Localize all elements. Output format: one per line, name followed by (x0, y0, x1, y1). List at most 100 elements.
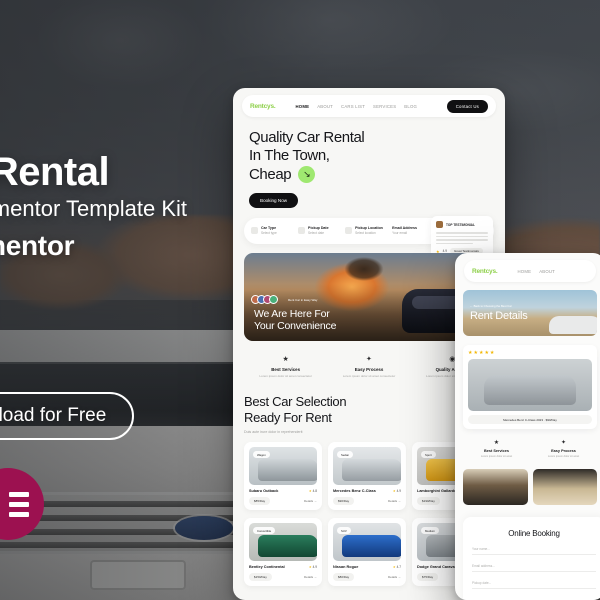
hero-title-line3: Cheap (249, 165, 292, 183)
banner-title-line1: We Are Here For (254, 307, 330, 320)
email-field[interactable]: Email address... (472, 564, 596, 573)
avatar (269, 294, 278, 304)
car-photo: Sedan (333, 447, 401, 486)
details-navbar: Rentcys. HOME ABOUT (464, 260, 596, 282)
mockup-navbar: Rentcys. HOME ABOUT CARS LIST SERVICES B… (242, 95, 496, 117)
car-rating: ★ 4.9 (392, 489, 401, 494)
hero-title-line1: Quality Car Rental (249, 129, 365, 146)
field-value: Select type (261, 231, 277, 236)
nav-links: HOME ABOUT CARS LIST SERVICES BLOG (296, 104, 439, 109)
feature-best-services: ★ Best Services Lorem ipsum dolor sit am… (463, 439, 530, 459)
car-details-link[interactable]: Details → (304, 499, 317, 503)
interior-dashboard-photo[interactable] (463, 469, 528, 506)
car-price: $190/Day (417, 497, 440, 506)
interior-seat-photo[interactable] (532, 469, 597, 506)
car-card[interactable]: Sedan Mercedes Benz C-Class ★ 4.9 $90/Da… (328, 442, 406, 511)
field-label: Email Address (392, 226, 417, 231)
feature-easy-process: ✦ Easy Process Lorem ipsum dolor sit ame… (327, 355, 410, 379)
featured-car-card[interactable]: ★★★★★ Mercedes Benz C-Class 2023 · $90/D… (463, 345, 597, 429)
field-label: Pickup Location (355, 226, 383, 231)
contact-us-button[interactable]: Contact Us (446, 99, 488, 113)
nav-link-home[interactable]: HOME (296, 104, 310, 109)
car-tag: Wagon (253, 451, 270, 459)
date-field[interactable]: Pickup date... (472, 581, 596, 590)
car-rating: ★ 4.7 (392, 565, 401, 570)
site-logo-text: Rentcys (250, 102, 274, 110)
nav-link-about[interactable]: ABOUT (317, 104, 333, 109)
site-logo[interactable]: Rentcys. (472, 268, 498, 275)
car-card[interactable]: Convertible Bentley Continental ★ 4.9 $1… (244, 518, 322, 587)
user-avatar-icon (436, 221, 443, 228)
car-photo: Convertible (249, 523, 317, 562)
car-name: Nissan Rogue (333, 565, 359, 570)
field-value: Your email (392, 231, 408, 236)
search-field-car-type[interactable]: Car Type Select type (251, 226, 293, 235)
feature-desc: Lorem ipsum dolor sit amet (480, 455, 513, 458)
name-field[interactable]: Your name... (472, 547, 596, 556)
search-field-pickup-location[interactable]: Pickup Location Select location (345, 226, 387, 235)
field-label: Car Type (261, 226, 277, 231)
car-tag: Sport (421, 451, 436, 459)
car-details-link[interactable]: Details → (304, 575, 317, 579)
promo-headline: Car Rental (0, 150, 110, 194)
car-body (484, 375, 576, 405)
logo-accent-dot: . (273, 102, 276, 110)
feature-desc: Lorem ipsum dolor sit amet consectetur (259, 373, 312, 378)
details-hero-title: Rent Details (470, 310, 528, 322)
car-tag: Medium (421, 527, 439, 535)
cars-title-line1: Best Car Selection (244, 394, 347, 410)
nav-link-blog[interactable]: BLOG (404, 104, 417, 109)
booking-now-button[interactable]: Booking Now (249, 192, 299, 208)
thumbs-up-icon: ★ (282, 355, 289, 363)
banner-eyebrow: Rent Car in Easy Way (288, 297, 318, 302)
field-value: Select location (355, 231, 376, 236)
car-name: Subaru Outback (249, 489, 279, 494)
nav-link-cars[interactable]: CARS LIST (341, 104, 365, 109)
banner-stage: Car Rental Elementor Template Kit Elemen… (0, 0, 600, 600)
cars-title-line2: Ready For Rent (244, 410, 332, 426)
car-tag: Sedan (337, 451, 354, 459)
nav-link-about[interactable]: ABOUT (539, 269, 555, 274)
refresh-icon: ✦ (366, 355, 372, 363)
search-field-email[interactable]: Email Address Your email (392, 226, 434, 235)
field-label: Pickup Date (308, 226, 329, 231)
car-name: Lamborghini Gallardo (417, 489, 457, 494)
car-details-link[interactable]: Details → (388, 499, 401, 503)
feature-easy-process: ✦ Easy Process Lorem ipsum dolor sit ame… (530, 439, 597, 459)
site-logo-text: Rentcys (472, 267, 496, 275)
car-card[interactable]: SUV Nissan Rogue ★ 4.7 $80/Day Details → (328, 518, 406, 587)
car-details-link[interactable]: Details → (388, 575, 401, 579)
hero-title-line2: In The Town, (249, 147, 330, 165)
search-field-pickup-date[interactable]: Pickup Date Select date (298, 226, 340, 235)
feature-desc: Lorem ipsum dolor sit amet consectetur (342, 373, 396, 378)
testimonial-text-line (436, 239, 488, 241)
hero-section: Quality Car Rental In The Town, Cheap ↘ … (233, 117, 505, 208)
rent-details-mockup[interactable]: Rentcys. HOME ABOUT ← Back to Choosing t… (455, 253, 600, 600)
car-icon (251, 227, 258, 235)
car-price: $75/Day (417, 573, 439, 582)
download-for-free-button[interactable]: Download for Free (0, 392, 135, 440)
car-card[interactable]: Wagon Subaru Outback ★ 4.8 $85/Day Detai… (244, 442, 322, 511)
car-tag: Convertible (253, 527, 276, 535)
car-rating: ★ 4.8 (308, 489, 317, 494)
arrow-down-right-icon[interactable]: ↘ (298, 166, 316, 184)
refresh-icon: ✦ (560, 440, 567, 446)
car-name: Bentley Continental (249, 565, 285, 570)
rating-stars: ★★★★★ (468, 350, 496, 356)
feature-title: Best Services (271, 366, 301, 372)
feature-title: Easy Process (551, 449, 576, 453)
feature-title: Best Services (484, 449, 509, 453)
nav-link-home[interactable]: HOME (518, 269, 532, 274)
car-photo: SUV (333, 523, 401, 562)
online-booking-form[interactable]: Online Booking Your name... Email addres… (463, 517, 600, 600)
testimonial-text-line (436, 235, 488, 238)
feature-title: Easy Process (354, 366, 384, 372)
field-value: Select date (308, 231, 324, 236)
site-logo[interactable]: Rentcys. (250, 103, 276, 110)
banner-title: We Are Here For Your Convenience (254, 308, 336, 333)
logo-accent-dot: . (495, 267, 498, 275)
nav-link-services[interactable]: SERVICES (373, 104, 396, 109)
testimonial-text-line (436, 242, 474, 245)
testimonial-text-line (436, 232, 488, 234)
details-features-row: ★ Best Services Lorem ipsum dolor sit am… (463, 439, 597, 459)
